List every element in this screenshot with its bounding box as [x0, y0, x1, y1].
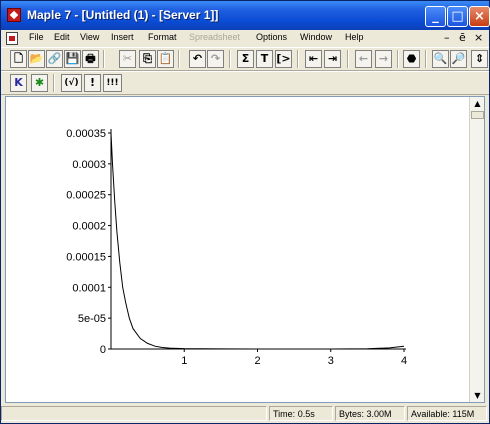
- toolbar-separator: [229, 50, 231, 68]
- time-label: Time:: [273, 409, 296, 419]
- y-tick-label: 0.00015: [66, 251, 106, 263]
- x-axis-ticks: 1 2 3 4: [181, 349, 407, 367]
- y-tick-label: 0: [100, 344, 106, 356]
- menu-options[interactable]: Options: [256, 32, 287, 42]
- scroll-thumb[interactable]: [471, 111, 484, 119]
- outdent-button[interactable]: ⇤: [305, 50, 322, 68]
- x-tick-label: 4: [401, 355, 407, 367]
- zoom-in-button[interactable]: 🔍: [432, 50, 449, 68]
- zoom-out-button[interactable]: 🔎: [450, 50, 467, 68]
- open-button[interactable]: 📂: [28, 50, 45, 68]
- x-tick-label: 1: [181, 355, 187, 367]
- stop-button[interactable]: ⬣: [403, 50, 420, 68]
- toolbar-separator: [425, 50, 427, 68]
- maple-window: Maple 7 - [Untitled (1) - [Server 1]] _ …: [0, 0, 490, 424]
- doc-close-button[interactable]: ×: [474, 31, 483, 44]
- toolbar-separator: [347, 50, 349, 68]
- status-bar: Time: 0.5s Bytes: 3.00M Available: 115M: [1, 405, 489, 423]
- scroll-down-arrow[interactable]: ▼: [471, 389, 484, 402]
- status-time: Time: 0.5s: [269, 406, 333, 421]
- new-button[interactable]: 🗋: [10, 50, 27, 68]
- execute-worksheet-button[interactable]: !!!: [103, 74, 122, 92]
- sum-button[interactable]: Σ: [237, 50, 254, 68]
- time-value: 0.5s: [297, 409, 315, 419]
- indent-button[interactable]: ⇥: [324, 50, 341, 68]
- main-toolbar: 🗋 📂 🔗 💾 🖶 ✂ ⎘ 📋 ↶ ↷ Σ T [> ⇤ ⇥ ← → ⬣ 🔍 🔎…: [1, 47, 489, 71]
- toolbar-scroll-button[interactable]: ⇕: [471, 50, 488, 68]
- forward-button[interactable]: →: [375, 50, 392, 68]
- maximize-button[interactable]: □: [447, 6, 468, 27]
- undo-button[interactable]: ↶: [189, 50, 206, 68]
- doc-minimize-button[interactable]: –: [444, 31, 450, 44]
- y-tick-label: 0.00025: [66, 190, 106, 202]
- y-tick-label: 0.0001: [72, 282, 106, 294]
- paste-button[interactable]: 📋: [157, 50, 174, 68]
- toolbar-separator: [103, 50, 105, 68]
- status-bytes: Bytes: 3.00M: [335, 406, 405, 421]
- y-tick-label: 0.0002: [72, 221, 106, 233]
- check-syntax-button[interactable]: (√): [61, 74, 82, 92]
- save-button[interactable]: 💾: [64, 50, 81, 68]
- doc-restore-button[interactable]: ē: [459, 31, 466, 44]
- plot-curve: [110, 132, 405, 350]
- print-button[interactable]: 🖶: [82, 50, 99, 68]
- y-tick-label: 5e-05: [78, 313, 106, 325]
- available-label: Available:: [411, 409, 450, 419]
- menu-format[interactable]: Format: [148, 32, 177, 42]
- context-toolbar: K ✱ (√) ! !!!: [1, 71, 489, 95]
- minimize-button[interactable]: _: [425, 6, 446, 27]
- menu-window[interactable]: Window: [300, 32, 332, 42]
- bytes-value: 3.00M: [366, 409, 392, 419]
- menu-file[interactable]: File: [29, 32, 44, 42]
- cut-button[interactable]: ✂: [119, 50, 136, 68]
- bytes-label: Bytes:: [339, 409, 365, 419]
- x-tick-label: 3: [328, 355, 334, 367]
- execute-button[interactable]: ✱: [31, 74, 48, 92]
- scroll-up-arrow[interactable]: ▲: [471, 97, 484, 110]
- worksheet-area[interactable]: 0.00035 0.0003 0.00025 0.0002 0.00015 0.0001 5…: [5, 96, 485, 403]
- vertical-scrollbar[interactable]: ▲ ▼: [469, 97, 484, 402]
- text-mode-button[interactable]: T: [256, 50, 273, 68]
- menu-edit[interactable]: Edit: [54, 32, 70, 42]
- document-icon[interactable]: [6, 32, 18, 45]
- menu-help[interactable]: Help: [345, 32, 364, 42]
- y-tick-label: 0.0003: [72, 159, 106, 171]
- close-button[interactable]: ×: [469, 6, 490, 27]
- toolbar-separator: [297, 50, 299, 68]
- toolbar-separator: [178, 50, 180, 68]
- back-button[interactable]: ←: [355, 50, 372, 68]
- redo-button[interactable]: ↷: [207, 50, 224, 68]
- open-url-button[interactable]: 🔗: [46, 50, 63, 68]
- y-axis-ticks: 0.00035 0.0003 0.00025 0.0002 0.00015 0.0001 5…: [66, 128, 111, 356]
- maple-app-icon[interactable]: [7, 8, 21, 22]
- y-tick-label: 0.00035: [66, 128, 106, 140]
- menu-view[interactable]: View: [80, 32, 99, 42]
- plot[interactable]: 0.00035 0.0003 0.00025 0.0002 0.00015 0.0001 5…: [6, 97, 470, 402]
- available-value: 115M: [452, 409, 475, 419]
- menu-bar: File Edit View Insert Format Spreadsheet…: [1, 30, 489, 47]
- window-title: Maple 7 - [Untitled (1) - [Server 1]]: [27, 8, 219, 22]
- title-bar[interactable]: Maple 7 - [Untitled (1) - [Server 1]] _ …: [1, 1, 490, 30]
- menu-spreadsheet[interactable]: Spreadsheet: [189, 32, 240, 42]
- x-tick-label: 2: [254, 355, 260, 367]
- execute-group-button[interactable]: !: [84, 74, 101, 92]
- restart-button[interactable]: K: [10, 74, 27, 92]
- toolbar-separator: [397, 50, 399, 68]
- toolbar-separator: [53, 74, 55, 92]
- status-message: [1, 406, 267, 421]
- menu-insert[interactable]: Insert: [111, 32, 134, 42]
- copy-button[interactable]: ⎘: [139, 50, 156, 68]
- status-available: Available: 115M: [407, 406, 487, 421]
- math-input-button[interactable]: [>: [275, 50, 292, 68]
